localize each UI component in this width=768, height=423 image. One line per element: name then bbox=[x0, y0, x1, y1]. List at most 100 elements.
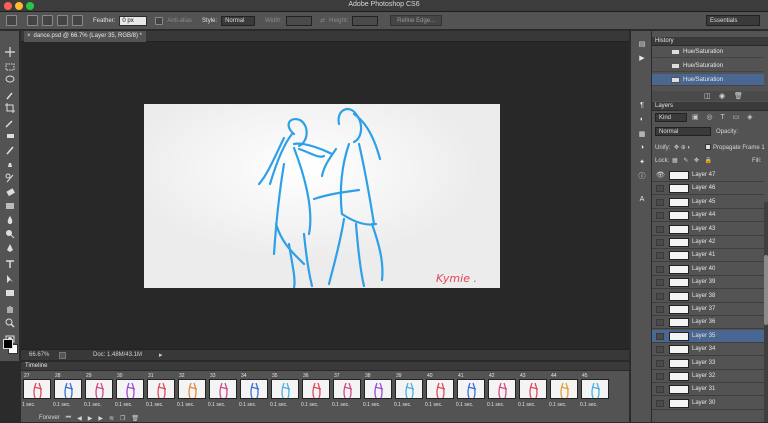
visibility-toggle[interactable] bbox=[656, 359, 664, 367]
loop-select[interactable]: Forever bbox=[39, 415, 60, 421]
frame-delay[interactable]: 0.1 sec. bbox=[301, 402, 319, 408]
zoom-tool-icon[interactable] bbox=[4, 318, 16, 328]
hand-tool-icon[interactable] bbox=[4, 304, 16, 314]
timeline-frame[interactable]: 33 0.1 sec. bbox=[208, 372, 238, 410]
visibility-toggle[interactable] bbox=[656, 346, 664, 354]
timeline-frame[interactable]: 42 0.1 sec. bbox=[487, 372, 517, 410]
layer-row[interactable]: Layer 40 bbox=[652, 263, 764, 276]
visibility-toggle[interactable] bbox=[656, 239, 664, 246]
eyedropper-tool-icon[interactable] bbox=[4, 118, 16, 128]
foreground-color-swatch[interactable] bbox=[3, 339, 13, 349]
delete-frame-icon[interactable]: 🗑 bbox=[131, 415, 139, 422]
unify-position-icon[interactable]: ✥ ⊕ ◐ bbox=[674, 144, 691, 151]
pen-tool-icon[interactable] bbox=[4, 243, 16, 253]
canvas-area[interactable]: Kymie . bbox=[21, 42, 629, 349]
frame-delay[interactable]: 0.1 sec. bbox=[270, 402, 288, 408]
visibility-toggle[interactable] bbox=[656, 198, 664, 206]
frame-delay[interactable]: 0.1 sec. bbox=[53, 402, 71, 408]
info-dock-icon[interactable]: ⓘ bbox=[637, 171, 647, 180]
width-input[interactable] bbox=[286, 15, 313, 26]
timeline-frame[interactable]: 29 0.1 sec. bbox=[84, 372, 114, 410]
layer-row[interactable]: Layer 43 bbox=[652, 223, 764, 236]
play-icon[interactable]: ▶ bbox=[88, 415, 93, 422]
first-frame-icon[interactable]: ⏮ bbox=[66, 415, 71, 422]
propagate-checkbox[interactable] bbox=[705, 144, 711, 150]
frame-delay[interactable]: 0.1 sec. bbox=[239, 402, 257, 408]
layer-row[interactable]: Layer 38 bbox=[652, 290, 764, 303]
dodge-tool-icon[interactable] bbox=[4, 229, 16, 239]
document-canvas[interactable]: Kymie . bbox=[144, 104, 500, 288]
timeline-frame[interactable]: 37 0.1 sec. bbox=[332, 372, 362, 410]
history-state[interactable]: Hue/Saturation bbox=[652, 46, 764, 58]
adjustments-dock-icon[interactable]: ◑ bbox=[637, 143, 647, 152]
spot-heal-tool-icon[interactable] bbox=[4, 131, 16, 141]
close-icon[interactable]: × bbox=[27, 33, 31, 39]
actions-dock-icon[interactable]: ▶ bbox=[637, 53, 647, 62]
blur-tool-icon[interactable] bbox=[4, 215, 16, 225]
timeline-frame[interactable]: 38 0.1 sec. bbox=[363, 372, 393, 410]
timeline-frame[interactable]: 41 0.1 sec. bbox=[456, 372, 486, 410]
timeline-frame[interactable]: 39 0.1 sec. bbox=[394, 372, 424, 410]
next-frame-icon[interactable]: ▶ bbox=[98, 415, 103, 422]
frame-delay[interactable]: 0.1 sec. bbox=[394, 402, 412, 408]
new-selection-icon[interactable] bbox=[27, 15, 38, 26]
zoom-level[interactable]: 66.67% bbox=[29, 352, 49, 358]
layer-row[interactable]: Layer 46 bbox=[652, 182, 764, 196]
frame-delay[interactable]: 0.1 sec. bbox=[363, 402, 381, 408]
layer-row[interactable]: Layer 37 bbox=[652, 303, 764, 316]
blend-mode-select[interactable]: Normal bbox=[655, 127, 711, 136]
timeline-frame[interactable]: 27 1 sec. bbox=[22, 372, 52, 410]
visibility-toggle[interactable] bbox=[656, 252, 664, 260]
layer-row[interactable]: 👁 Layer 47 bbox=[652, 169, 764, 182]
tween-icon[interactable]: ≋ bbox=[109, 415, 114, 422]
layer-filter-select[interactable]: Kind bbox=[655, 113, 687, 122]
document-tab[interactable]: × dance.psd @ 66.7% (Layer 35, RGB/8) * bbox=[24, 31, 146, 42]
duplicate-frame-icon[interactable]: ❐ bbox=[120, 415, 125, 422]
layer-row[interactable]: Layer 42 bbox=[652, 236, 764, 249]
layers-scrollbar-thumb[interactable] bbox=[764, 255, 768, 325]
add-to-selection-icon[interactable] bbox=[42, 15, 53, 26]
height-input[interactable] bbox=[352, 15, 379, 26]
visibility-toggle[interactable] bbox=[656, 373, 664, 380]
frame-delay[interactable]: 0.1 sec. bbox=[84, 402, 102, 408]
new-document-from-state-icon[interactable]: ◫ bbox=[704, 92, 711, 100]
timeline-frame[interactable]: 32 0.1 sec. bbox=[177, 372, 207, 410]
visibility-toggle[interactable] bbox=[656, 279, 664, 287]
eye-icon[interactable]: 👁 bbox=[656, 172, 665, 179]
frame-delay[interactable]: 0.1 sec. bbox=[518, 402, 536, 408]
intersect-selection-icon[interactable] bbox=[72, 15, 83, 26]
timeline-frame[interactable]: 36 0.1 sec. bbox=[301, 372, 331, 410]
frame-delay[interactable]: 0.1 sec. bbox=[115, 402, 133, 408]
layer-row[interactable]: Layer 30 bbox=[652, 397, 764, 410]
layer-row[interactable]: Layer 45 bbox=[652, 196, 764, 209]
frame-delay[interactable]: 0.1 sec. bbox=[549, 402, 567, 408]
frame-delay[interactable]: 0.1 sec. bbox=[332, 402, 350, 408]
subtract-from-selection-icon[interactable] bbox=[57, 15, 68, 26]
visibility-toggle[interactable] bbox=[656, 386, 664, 394]
feather-input[interactable]: 0 px bbox=[119, 15, 148, 26]
history-panel-header[interactable]: History bbox=[652, 37, 768, 46]
timeline-frame[interactable]: 45 0.1 sec. bbox=[580, 372, 610, 410]
visibility-toggle[interactable] bbox=[656, 225, 664, 233]
frame-delay[interactable]: 0.1 sec. bbox=[177, 402, 195, 408]
visibility-toggle[interactable] bbox=[656, 399, 664, 407]
frame-delay[interactable]: 0.1 sec. bbox=[425, 402, 443, 408]
visibility-toggle[interactable] bbox=[656, 319, 664, 327]
timeline-frame[interactable]: 31 0.1 sec. bbox=[146, 372, 176, 410]
swatches-dock-icon[interactable]: ▦ bbox=[637, 129, 647, 138]
layer-row[interactable]: Layer 39 bbox=[652, 276, 764, 290]
frame-delay[interactable]: 0.1 sec. bbox=[208, 402, 226, 408]
paragraph-dock-icon[interactable]: ¶ bbox=[637, 101, 647, 110]
lasso-tool-icon[interactable] bbox=[4, 75, 16, 85]
brush-tool-icon[interactable] bbox=[4, 145, 16, 155]
quick-select-tool-icon[interactable] bbox=[4, 90, 16, 100]
layers-panel-header[interactable]: Layers bbox=[652, 102, 768, 111]
timeline-frame[interactable]: 40 0.1 sec. bbox=[425, 372, 455, 410]
visibility-toggle[interactable] bbox=[656, 292, 664, 300]
path-select-tool-icon[interactable] bbox=[4, 274, 16, 284]
layer-row[interactable]: Layer 33 bbox=[652, 357, 764, 370]
history-state[interactable]: Hue/Saturation bbox=[652, 60, 764, 72]
gradient-tool-icon[interactable] bbox=[4, 201, 16, 211]
history-brush-tool-icon[interactable] bbox=[4, 173, 16, 183]
timeline-frame[interactable]: 28 0.1 sec. bbox=[53, 372, 83, 410]
